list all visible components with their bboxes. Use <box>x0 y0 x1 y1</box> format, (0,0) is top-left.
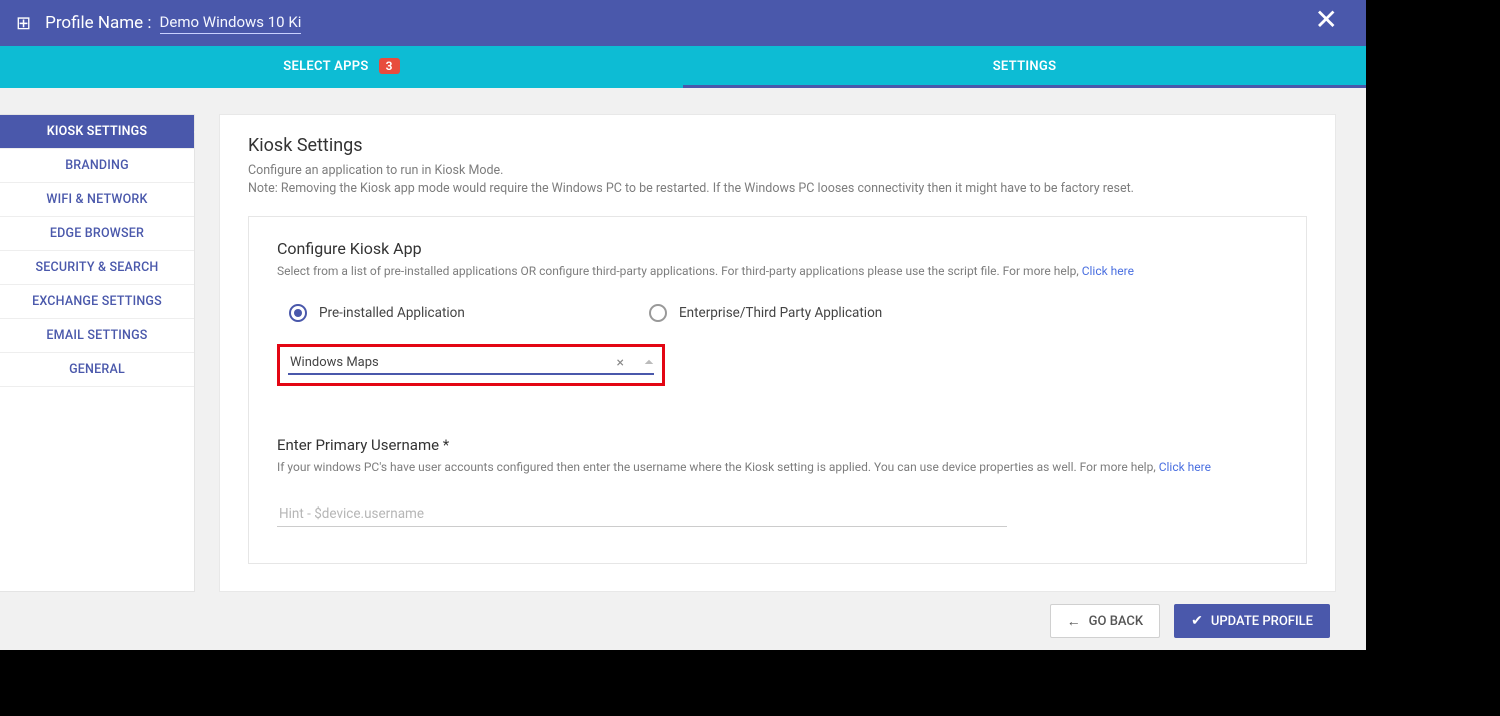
configure-kiosk-panel: Configure Kiosk App Select from a list o… <box>248 216 1307 564</box>
radio-thirdparty[interactable]: Enterprise/Third Party Application <box>649 304 1009 322</box>
page-title: Kiosk Settings <box>248 135 1307 156</box>
tab-settings[interactable]: SETTINGS <box>683 46 1366 86</box>
tab-select-apps-badge: 3 <box>379 58 400 74</box>
sidebar-item-edge-browser[interactable]: EDGE BROWSER <box>0 217 194 251</box>
tab-select-apps-label: SELECT APPS <box>283 59 368 74</box>
app-select-highlight: Windows Maps × <box>277 344 665 386</box>
radio-preinstalled[interactable]: Pre-installed Application <box>289 304 649 322</box>
content-panel: Kiosk Settings Configure an application … <box>219 114 1336 592</box>
page-note: Note: Removing the Kiosk app mode would … <box>248 181 1307 196</box>
radio-preinstalled-label: Pre-installed Application <box>319 305 465 321</box>
page-subtitle: Configure an application to run in Kiosk… <box>248 162 1307 181</box>
app-select[interactable]: Windows Maps × <box>288 355 654 375</box>
sidebar-item-kiosk-settings[interactable]: KIOSK SETTINGS <box>0 115 194 149</box>
arrow-left-icon: ← <box>1067 613 1081 630</box>
username-help-text: If your windows PC's have user accounts … <box>277 460 1159 474</box>
username-help-link[interactable]: Click here <box>1159 460 1211 474</box>
tab-select-apps[interactable]: SELECT APPS 3 <box>0 46 683 86</box>
close-icon[interactable]: ✕ <box>1315 6 1338 34</box>
sidebar-item-exchange-settings[interactable]: EXCHANGE SETTINGS <box>0 285 194 319</box>
windows-icon: ⊞ <box>16 13 31 34</box>
radio-thirdparty-label: Enterprise/Third Party Application <box>679 305 882 321</box>
profile-name-label: Profile Name : <box>45 13 151 33</box>
configure-desc: Select from a list of pre-installed appl… <box>277 264 1278 278</box>
go-back-button[interactable]: ← GO BACK <box>1050 604 1160 638</box>
profile-name-value[interactable]: Demo Windows 10 Ki <box>160 13 302 34</box>
go-back-label: GO BACK <box>1089 614 1143 629</box>
tab-strip: SELECT APPS 3 SETTINGS <box>0 46 1366 88</box>
sidebar-item-email-settings[interactable]: EMAIL SETTINGS <box>0 319 194 353</box>
clear-icon[interactable]: × <box>617 355 624 371</box>
username-help: If your windows PC's have user accounts … <box>277 460 1278 474</box>
configure-title: Configure Kiosk App <box>277 239 1278 258</box>
username-section: Enter Primary Username * If your windows… <box>277 436 1278 527</box>
update-profile-label: UPDATE PROFILE <box>1211 614 1313 629</box>
configure-help-link[interactable]: Click here <box>1082 264 1134 278</box>
sidebar: KIOSK SETTINGS BRANDING WIFI & NETWORK E… <box>0 114 195 592</box>
app-type-radio-group: Pre-installed Application Enterprise/Thi… <box>277 304 1278 322</box>
update-profile-button[interactable]: ✔ UPDATE PROFILE <box>1174 604 1330 638</box>
username-input[interactable] <box>277 502 1007 527</box>
configure-desc-text: Select from a list of pre-installed appl… <box>277 264 1082 278</box>
app-select-value: Windows Maps <box>290 355 617 370</box>
username-title: Enter Primary Username * <box>277 436 1278 454</box>
radio-unchecked-icon <box>649 304 667 322</box>
tab-settings-label: SETTINGS <box>993 59 1057 74</box>
sidebar-item-general[interactable]: GENERAL <box>0 353 194 387</box>
check-icon: ✔ <box>1191 613 1203 629</box>
sidebar-item-wifi-network[interactable]: WIFI & NETWORK <box>0 183 194 217</box>
footer-bar: ← GO BACK ✔ UPDATE PROFILE <box>0 592 1366 650</box>
sidebar-item-branding[interactable]: BRANDING <box>0 149 194 183</box>
sidebar-item-security-search[interactable]: SECURITY & SEARCH <box>0 251 194 285</box>
dropdown-icon <box>645 360 653 368</box>
radio-checked-icon <box>289 304 307 322</box>
header-bar: ⊞ Profile Name : Demo Windows 10 Ki ✕ <box>0 0 1366 46</box>
